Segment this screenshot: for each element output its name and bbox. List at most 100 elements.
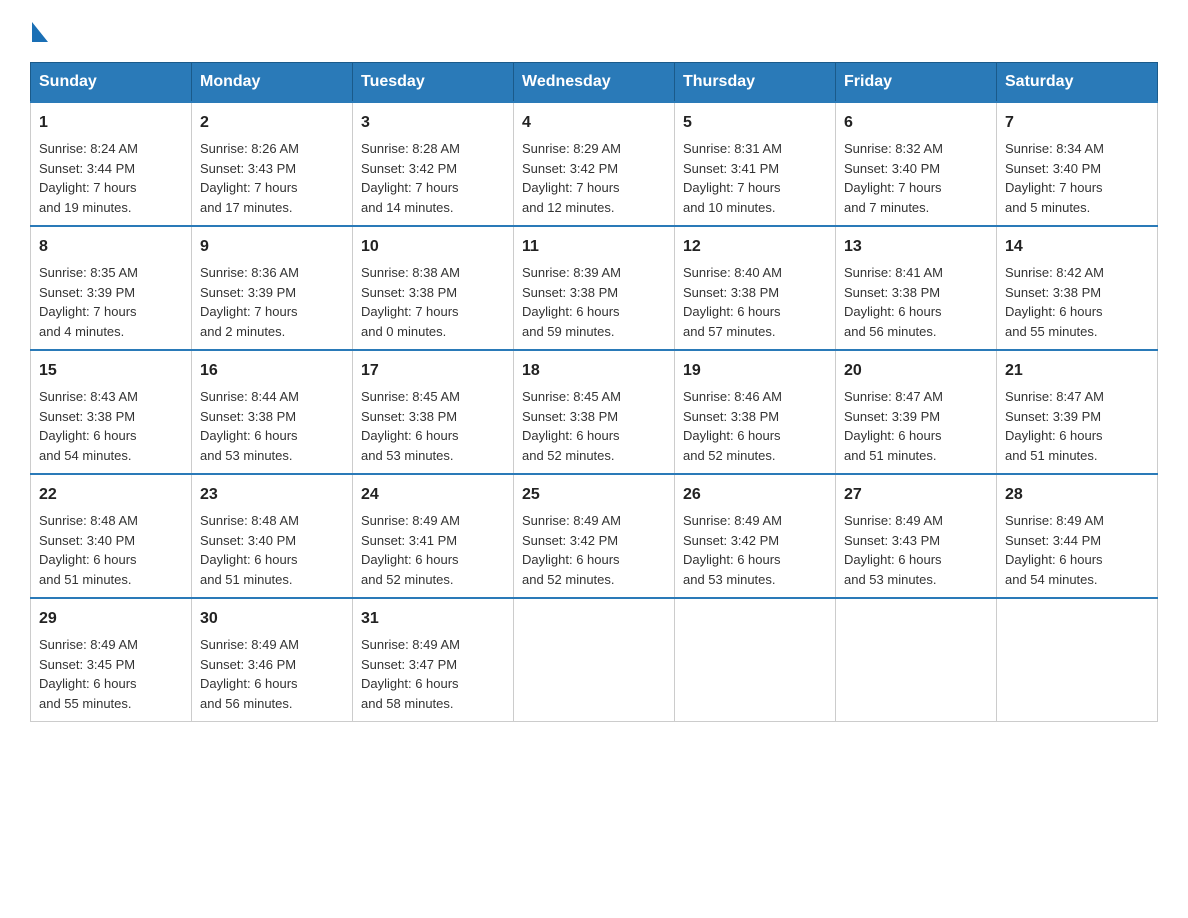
page-header xyxy=(30,20,1158,42)
day-number: 10 xyxy=(361,235,505,259)
day-info: Sunrise: 8:47 AMSunset: 3:39 PMDaylight:… xyxy=(1005,387,1149,465)
calendar-cell: 22 Sunrise: 8:48 AMSunset: 3:40 PMDayligh… xyxy=(31,474,192,598)
day-info: Sunrise: 8:26 AMSunset: 3:43 PMDaylight:… xyxy=(200,139,344,217)
calendar-cell: 19 Sunrise: 8:46 AMSunset: 3:38 PMDayligh… xyxy=(675,350,836,474)
calendar-cell: 24 Sunrise: 8:49 AMSunset: 3:41 PMDayligh… xyxy=(353,474,514,598)
calendar-cell: 21 Sunrise: 8:47 AMSunset: 3:39 PMDayligh… xyxy=(997,350,1158,474)
calendar-cell: 30Sunrise: 8:49 AMSunset: 3:46 PMDayligh… xyxy=(192,598,353,722)
calendar-cell xyxy=(997,598,1158,722)
col-monday: Monday xyxy=(192,63,353,103)
day-number: 31 xyxy=(361,607,505,631)
calendar-body: 1 Sunrise: 8:24 AMSunset: 3:44 PMDaylight… xyxy=(31,102,1158,722)
day-number: 27 xyxy=(844,483,988,507)
day-info: Sunrise: 8:34 AMSunset: 3:40 PMDaylight:… xyxy=(1005,139,1149,217)
day-number: 25 xyxy=(522,483,666,507)
calendar-cell: 11 Sunrise: 8:39 AMSunset: 3:38 PMDayligh… xyxy=(514,226,675,350)
day-number: 14 xyxy=(1005,235,1149,259)
day-number: 17 xyxy=(361,359,505,383)
calendar-cell: 8 Sunrise: 8:35 AMSunset: 3:39 PMDaylight… xyxy=(31,226,192,350)
logo-word xyxy=(30,20,48,42)
week-row-3: 15 Sunrise: 8:43 AMSunset: 3:38 PMDayligh… xyxy=(31,350,1158,474)
day-info: Sunrise: 8:49 AMSunset: 3:46 PMDaylight:… xyxy=(200,635,344,713)
day-number: 6 xyxy=(844,111,988,135)
calendar-table: Sunday Monday Tuesday Wednesday Thursday… xyxy=(30,62,1158,722)
day-number: 4 xyxy=(522,111,666,135)
day-info: Sunrise: 8:24 AMSunset: 3:44 PMDaylight:… xyxy=(39,139,183,217)
day-number: 18 xyxy=(522,359,666,383)
col-saturday: Saturday xyxy=(997,63,1158,103)
calendar-cell: 10 Sunrise: 8:38 AMSunset: 3:38 PMDayligh… xyxy=(353,226,514,350)
day-info: Sunrise: 8:49 AMSunset: 3:44 PMDaylight:… xyxy=(1005,511,1149,589)
logo xyxy=(30,20,48,42)
day-info: Sunrise: 8:39 AMSunset: 3:38 PMDaylight:… xyxy=(522,263,666,341)
calendar-cell: 23 Sunrise: 8:48 AMSunset: 3:40 PMDayligh… xyxy=(192,474,353,598)
day-info: Sunrise: 8:48 AMSunset: 3:40 PMDaylight:… xyxy=(39,511,183,589)
calendar-header: Sunday Monday Tuesday Wednesday Thursday… xyxy=(31,63,1158,103)
calendar-cell: 16Sunrise: 8:44 AMSunset: 3:38 PMDayligh… xyxy=(192,350,353,474)
day-info: Sunrise: 8:49 AMSunset: 3:45 PMDaylight:… xyxy=(39,635,183,713)
day-info: Sunrise: 8:40 AMSunset: 3:38 PMDaylight:… xyxy=(683,263,827,341)
day-number: 24 xyxy=(361,483,505,507)
day-number: 21 xyxy=(1005,359,1149,383)
col-sunday: Sunday xyxy=(31,63,192,103)
col-wednesday: Wednesday xyxy=(514,63,675,103)
day-info: Sunrise: 8:45 AMSunset: 3:38 PMDaylight:… xyxy=(361,387,505,465)
day-info: Sunrise: 8:49 AMSunset: 3:42 PMDaylight:… xyxy=(683,511,827,589)
calendar-cell: 27 Sunrise: 8:49 AMSunset: 3:43 PMDayligh… xyxy=(836,474,997,598)
calendar-cell: 28Sunrise: 8:49 AMSunset: 3:44 PMDayligh… xyxy=(997,474,1158,598)
calendar-cell: 29 Sunrise: 8:49 AMSunset: 3:45 PMDayligh… xyxy=(31,598,192,722)
day-number: 20 xyxy=(844,359,988,383)
day-number: 29 xyxy=(39,607,183,631)
day-info: Sunrise: 8:35 AMSunset: 3:39 PMDaylight:… xyxy=(39,263,183,341)
col-thursday: Thursday xyxy=(675,63,836,103)
day-number: 26 xyxy=(683,483,827,507)
day-info: Sunrise: 8:47 AMSunset: 3:39 PMDaylight:… xyxy=(844,387,988,465)
calendar-cell: 31Sunrise: 8:49 AMSunset: 3:47 PMDayligh… xyxy=(353,598,514,722)
calendar-cell: 9 Sunrise: 8:36 AMSunset: 3:39 PMDaylight… xyxy=(192,226,353,350)
day-info: Sunrise: 8:36 AMSunset: 3:39 PMDaylight:… xyxy=(200,263,344,341)
day-info: Sunrise: 8:44 AMSunset: 3:38 PMDaylight:… xyxy=(200,387,344,465)
day-info: Sunrise: 8:43 AMSunset: 3:38 PMDaylight:… xyxy=(39,387,183,465)
logo-arrow-icon xyxy=(32,22,48,42)
week-row-4: 22 Sunrise: 8:48 AMSunset: 3:40 PMDayligh… xyxy=(31,474,1158,598)
day-info: Sunrise: 8:46 AMSunset: 3:38 PMDaylight:… xyxy=(683,387,827,465)
day-number: 11 xyxy=(522,235,666,259)
day-info: Sunrise: 8:29 AMSunset: 3:42 PMDaylight:… xyxy=(522,139,666,217)
day-number: 23 xyxy=(200,483,344,507)
day-info: Sunrise: 8:42 AMSunset: 3:38 PMDaylight:… xyxy=(1005,263,1149,341)
col-tuesday: Tuesday xyxy=(353,63,514,103)
calendar-cell: 12Sunrise: 8:40 AMSunset: 3:38 PMDayligh… xyxy=(675,226,836,350)
calendar-cell: 26 Sunrise: 8:49 AMSunset: 3:42 PMDayligh… xyxy=(675,474,836,598)
day-info: Sunrise: 8:32 AMSunset: 3:40 PMDaylight:… xyxy=(844,139,988,217)
week-row-5: 29 Sunrise: 8:49 AMSunset: 3:45 PMDayligh… xyxy=(31,598,1158,722)
calendar-cell: 5Sunrise: 8:31 AMSunset: 3:41 PMDaylight… xyxy=(675,102,836,226)
calendar-cell: 25 Sunrise: 8:49 AMSunset: 3:42 PMDayligh… xyxy=(514,474,675,598)
header-row: Sunday Monday Tuesday Wednesday Thursday… xyxy=(31,63,1158,103)
day-number: 19 xyxy=(683,359,827,383)
day-info: Sunrise: 8:49 AMSunset: 3:42 PMDaylight:… xyxy=(522,511,666,589)
day-info: Sunrise: 8:28 AMSunset: 3:42 PMDaylight:… xyxy=(361,139,505,217)
col-friday: Friday xyxy=(836,63,997,103)
calendar-cell xyxy=(836,598,997,722)
calendar-cell xyxy=(514,598,675,722)
day-info: Sunrise: 8:48 AMSunset: 3:40 PMDaylight:… xyxy=(200,511,344,589)
day-info: Sunrise: 8:49 AMSunset: 3:41 PMDaylight:… xyxy=(361,511,505,589)
calendar-cell: 17 Sunrise: 8:45 AMSunset: 3:38 PMDayligh… xyxy=(353,350,514,474)
calendar-cell: 3 Sunrise: 8:28 AMSunset: 3:42 PMDaylight… xyxy=(353,102,514,226)
calendar-cell: 6 Sunrise: 8:32 AMSunset: 3:40 PMDaylight… xyxy=(836,102,997,226)
day-info: Sunrise: 8:38 AMSunset: 3:38 PMDaylight:… xyxy=(361,263,505,341)
week-row-2: 8 Sunrise: 8:35 AMSunset: 3:39 PMDaylight… xyxy=(31,226,1158,350)
day-number: 3 xyxy=(361,111,505,135)
day-number: 8 xyxy=(39,235,183,259)
day-number: 9 xyxy=(200,235,344,259)
day-number: 22 xyxy=(39,483,183,507)
day-info: Sunrise: 8:49 AMSunset: 3:43 PMDaylight:… xyxy=(844,511,988,589)
day-info: Sunrise: 8:45 AMSunset: 3:38 PMDaylight:… xyxy=(522,387,666,465)
day-info: Sunrise: 8:41 AMSunset: 3:38 PMDaylight:… xyxy=(844,263,988,341)
week-row-1: 1 Sunrise: 8:24 AMSunset: 3:44 PMDaylight… xyxy=(31,102,1158,226)
day-number: 1 xyxy=(39,111,183,135)
day-number: 15 xyxy=(39,359,183,383)
calendar-cell: 18 Sunrise: 8:45 AMSunset: 3:38 PMDayligh… xyxy=(514,350,675,474)
day-number: 13 xyxy=(844,235,988,259)
calendar-cell: 2Sunrise: 8:26 AMSunset: 3:43 PMDaylight… xyxy=(192,102,353,226)
